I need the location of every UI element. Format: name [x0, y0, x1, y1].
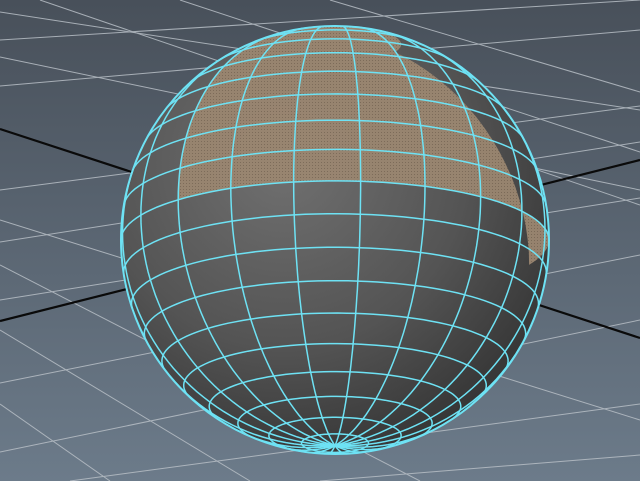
3d-viewport[interactable]	[0, 0, 640, 481]
viewport-scene[interactable]	[0, 0, 640, 481]
